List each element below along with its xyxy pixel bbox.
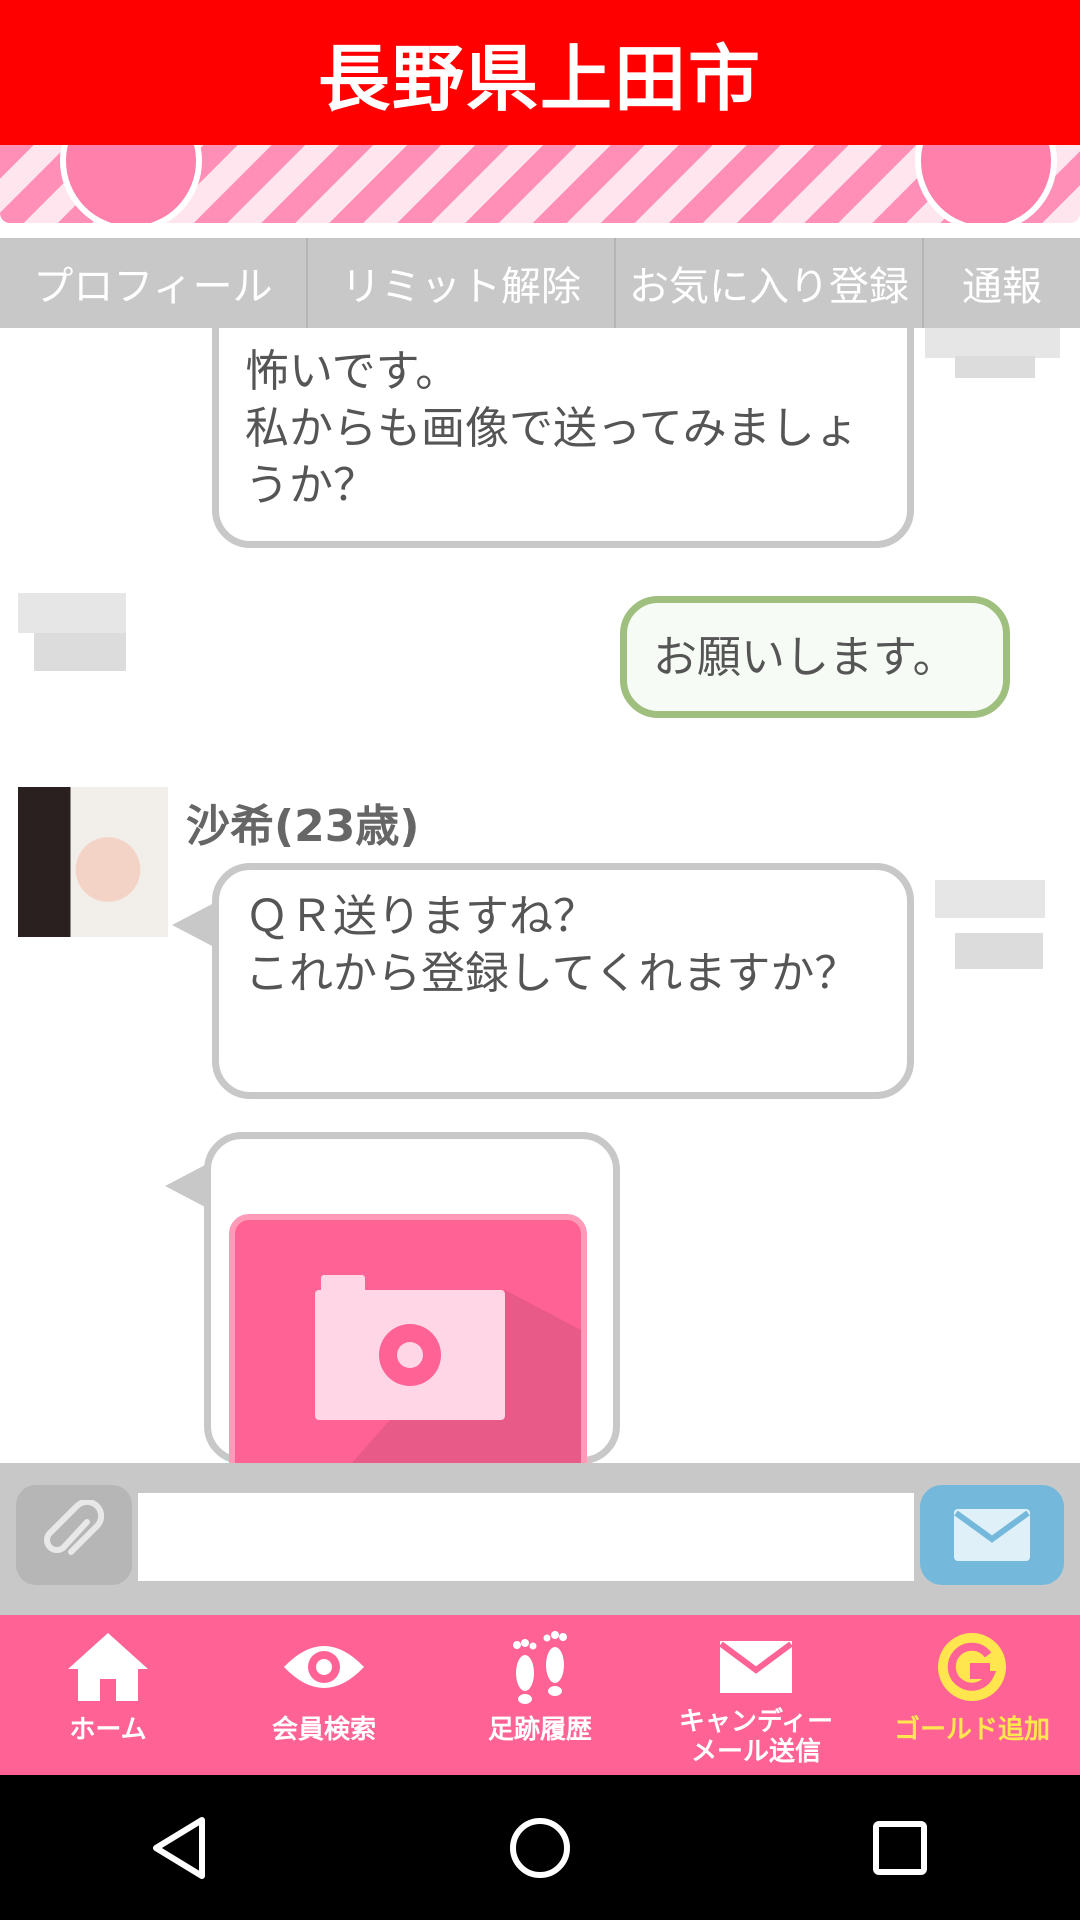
message-input-bar	[0, 1463, 1080, 1615]
nav-footprints-label: 足跡履歴	[487, 1715, 592, 1745]
brand-banner	[0, 145, 1080, 223]
system-home-button[interactable]	[480, 1798, 600, 1898]
brand-logo	[290, 145, 323, 207]
recents-icon	[873, 1820, 927, 1875]
sender-name: 沙希(23歳)	[186, 801, 420, 852]
message-bubble: ＱＲ送りますね？ これから登録してくれますか？	[212, 863, 914, 1099]
bubble-tail	[165, 1164, 207, 1208]
nav-mail-label: キャンディー メール送信	[678, 1707, 834, 1767]
my-message-bubble: お願いします。	[620, 596, 1010, 718]
profile-tabs: プロフィール リミット解除 お気に入り登録 通報	[0, 238, 1080, 328]
tab-limit-release[interactable]: リミット解除	[308, 238, 616, 328]
message-input[interactable]	[138, 1493, 914, 1581]
nav-home[interactable]: ホーム	[0, 1615, 216, 1775]
timestamp-blurred	[34, 633, 126, 671]
timestamp-blurred	[925, 328, 1060, 358]
nav-candy-mail[interactable]: キャンディー メール送信	[648, 1615, 864, 1775]
nav-search-label: 会員検索	[271, 1715, 376, 1745]
nav-gold-add[interactable]: ゴールド追加	[864, 1615, 1080, 1775]
mail-icon	[719, 1641, 793, 1693]
bubble-tail	[172, 903, 214, 947]
paperclip-icon	[44, 1500, 105, 1555]
timestamp-blurred	[935, 880, 1045, 918]
timestamp-blurred	[955, 933, 1043, 969]
nav-gold-label: ゴールド追加	[893, 1715, 1050, 1745]
nav-home-label: ホーム	[69, 1715, 147, 1745]
nav-member-search[interactable]: 会員検索	[216, 1615, 432, 1775]
footprints-icon	[513, 1631, 567, 1704]
title-bar: 長野県上田市	[0, 0, 1080, 145]
refresh-icon[interactable]	[915, 145, 1057, 223]
nav-footprints[interactable]: 足跡履歴	[432, 1615, 648, 1775]
system-back-button[interactable]	[120, 1798, 240, 1898]
system-recents-button[interactable]	[840, 1798, 960, 1898]
gold-g-icon	[938, 1633, 1006, 1701]
tab-profile[interactable]: プロフィール	[0, 238, 308, 328]
system-navigation-bar	[0, 1775, 1080, 1920]
page-title: 長野県上田市	[317, 37, 762, 121]
back-arrow-icon[interactable]	[60, 145, 202, 223]
home-circle-icon	[510, 1817, 570, 1878]
envelope-icon	[954, 1509, 1030, 1561]
tab-favorite[interactable]: お気に入り登録	[616, 238, 924, 328]
tab-report[interactable]: 通報	[924, 238, 1080, 328]
home-icon	[68, 1633, 148, 1701]
attach-button[interactable]	[16, 1485, 132, 1585]
camera-icon	[315, 1275, 581, 1463]
image-message-bubble[interactable]	[204, 1132, 620, 1463]
timestamp-blurred	[955, 356, 1035, 378]
eye-icon	[284, 1646, 364, 1688]
message-bubble: 怖いです。 私からも画像で送ってみましょうか？	[212, 328, 914, 548]
send-button[interactable]	[920, 1485, 1064, 1585]
chat-area[interactable]: 怖いです。 私からも画像で送ってみましょうか？ お願いします。 沙希(23歳) …	[0, 328, 1080, 1463]
image-thumbnail[interactable]	[229, 1214, 587, 1463]
back-icon	[153, 1816, 205, 1879]
timestamp-blurred	[18, 593, 126, 633]
avatar[interactable]	[18, 787, 168, 937]
bottom-navigation: ホーム 会員検索 足跡履歴 キャンディー メール送信 ゴールド追加	[0, 1615, 1080, 1775]
